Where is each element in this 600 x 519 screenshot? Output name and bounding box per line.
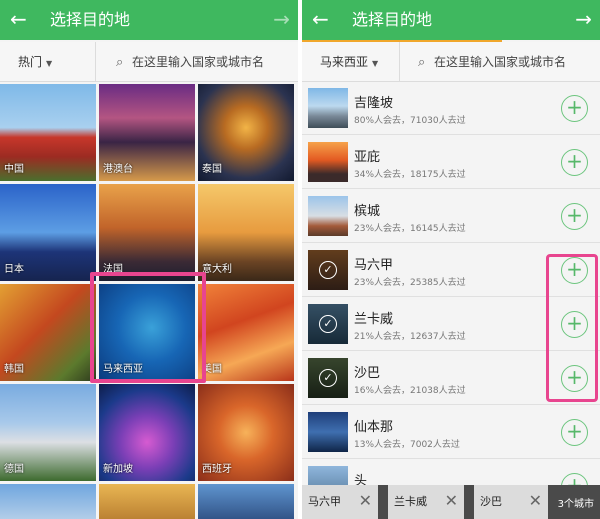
country-tile[interactable]	[198, 484, 294, 519]
page-title: 选择目的地	[352, 10, 433, 29]
search-input[interactable]: ⌕ 在这里输入国家或城市名	[116, 42, 264, 82]
city-stats: 13%人会去，7002人去过	[354, 440, 460, 450]
city-stats: 21%人会去，12637人去过	[354, 332, 466, 342]
country-tile[interactable]: 西班牙	[198, 384, 294, 481]
city-name: 吉隆坡	[354, 96, 394, 111]
highlight-box	[546, 254, 598, 402]
forward-arrow-icon[interactable]: →	[575, 7, 592, 31]
close-icon[interactable]: ✕	[359, 491, 372, 510]
city-name: 沙巴	[354, 366, 381, 381]
country-tile[interactable]: 意大利	[198, 184, 294, 281]
city-thumbnail	[308, 412, 348, 452]
filter-bar: 马来西亚 ▼ ⌕ 在这里输入国家或城市名	[302, 42, 600, 82]
country-label: 港澳台	[103, 164, 133, 175]
city-name: 亚庇	[354, 150, 381, 165]
add-city-button[interactable]: +	[561, 95, 588, 122]
chip-label: 马六甲	[308, 495, 341, 508]
city-thumbnail: ✓	[308, 358, 348, 398]
city-stats: 23%人会去，16145人去过	[354, 224, 466, 234]
country-label: 德国	[4, 464, 24, 475]
city-thumbnail	[308, 142, 348, 182]
chip-label: 兰卡威	[394, 495, 427, 508]
country-label: 泰国	[202, 164, 222, 175]
selected-city-chip: 兰卡威 ✕	[388, 485, 466, 519]
category-dropdown[interactable]: 热门 ▼	[0, 42, 96, 82]
city-stats: 23%人会去，25385人去过	[354, 278, 466, 288]
city-thumbnail: ✓	[308, 250, 348, 290]
add-city-button[interactable]: +	[561, 419, 588, 446]
search-placeholder: 在这里输入国家或城市名	[132, 55, 265, 69]
left-panel: ← 选择目的地 → 热门 ▼ ⌕ 在这里输入国家或城市名 中国 港澳台 泰国 日本 …	[0, 0, 298, 519]
city-name: 槟城	[354, 204, 381, 219]
city-row[interactable]: 槟城 23%人会去，16145人去过 +	[302, 190, 600, 243]
header: ← 选择目的地 →	[302, 0, 600, 40]
city-count[interactable]: 3个城市	[558, 495, 594, 510]
city-thumbnail: ✓	[308, 304, 348, 344]
highlight-box	[90, 272, 206, 383]
country-tile[interactable]: 德国	[0, 384, 96, 481]
city-name: 兰卡威	[354, 312, 394, 327]
country-label: 中国	[4, 164, 24, 175]
caret-down-icon: ▼	[372, 59, 379, 68]
checkmark-icon: ✓	[319, 315, 337, 333]
city-stats: 16%人会去，21038人去过	[354, 386, 466, 396]
add-city-button[interactable]: +	[561, 149, 588, 176]
city-row[interactable]: 仙本那 13%人会去，7002人去过 +	[302, 406, 600, 459]
caret-down-icon: ▼	[46, 59, 53, 68]
selected-cities-bar: 马六甲 ✕ 兰卡威 ✕ 沙巴 ✕ 3个城市	[302, 485, 600, 519]
city-stats: 34%人会去，18175人去过	[354, 170, 466, 180]
country-label: 西班牙	[202, 464, 232, 475]
forward-arrow-icon[interactable]: →	[273, 7, 290, 31]
chip-label: 沙巴	[480, 495, 502, 508]
dropdown-label: 热门	[18, 55, 43, 69]
close-icon[interactable]: ✕	[445, 491, 458, 510]
city-thumbnail	[308, 196, 348, 236]
back-arrow-icon[interactable]: ←	[10, 7, 27, 31]
filter-bar: 热门 ▼ ⌕ 在这里输入国家或城市名	[0, 42, 298, 82]
city-thumbnail	[308, 88, 348, 128]
close-icon[interactable]: ✕	[529, 491, 542, 510]
country-tile[interactable]: 法国	[99, 184, 195, 281]
country-tile[interactable]: 港澳台	[99, 84, 195, 181]
country-tile[interactable]: 中国	[0, 84, 96, 181]
country-tile[interactable]: 美国	[198, 284, 294, 381]
country-tile[interactable]: 日本	[0, 184, 96, 281]
header: ← 选择目的地 →	[0, 0, 298, 40]
country-dropdown[interactable]: 马来西亚 ▼	[302, 42, 400, 82]
back-arrow-icon[interactable]: ←	[312, 7, 329, 31]
selected-city-chip: 马六甲 ✕	[302, 485, 380, 519]
country-tile[interactable]: 新加坡	[99, 384, 195, 481]
add-city-button[interactable]: +	[561, 203, 588, 230]
city-row[interactable]: 亚庇 34%人会去，18175人去过 +	[302, 136, 600, 189]
city-row[interactable]: 吉隆坡 80%人会去，71030人去过 +	[302, 82, 600, 135]
city-name: 马六甲	[354, 258, 394, 273]
country-label: 新加坡	[103, 464, 133, 475]
city-name: 仙本那	[354, 420, 394, 435]
country-tile[interactable]: 泰国	[198, 84, 294, 181]
country-tile[interactable]	[0, 484, 96, 519]
country-label: 意大利	[202, 264, 232, 275]
city-stats: 80%人会去，71030人去过	[354, 116, 466, 126]
country-label: 日本	[4, 264, 24, 275]
dropdown-label: 马来西亚	[320, 55, 369, 69]
search-input[interactable]: ⌕ 在这里输入国家或城市名	[418, 42, 566, 82]
country-tile[interactable]	[99, 484, 195, 519]
country-tile[interactable]: 韩国	[0, 284, 96, 381]
checkmark-icon: ✓	[319, 261, 337, 279]
checkmark-icon: ✓	[319, 369, 337, 387]
country-label: 韩国	[4, 364, 24, 375]
search-icon: ⌕	[418, 55, 426, 70]
search-placeholder: 在这里输入国家或城市名	[434, 55, 567, 69]
selected-city-chip: 沙巴 ✕	[474, 485, 550, 519]
page-title: 选择目的地	[50, 10, 131, 29]
search-icon: ⌕	[116, 55, 124, 70]
right-panel: ← 选择目的地 → 马来西亚 ▼ ⌕ 在这里输入国家或城市名 吉隆坡 80%人会去，…	[302, 0, 600, 519]
